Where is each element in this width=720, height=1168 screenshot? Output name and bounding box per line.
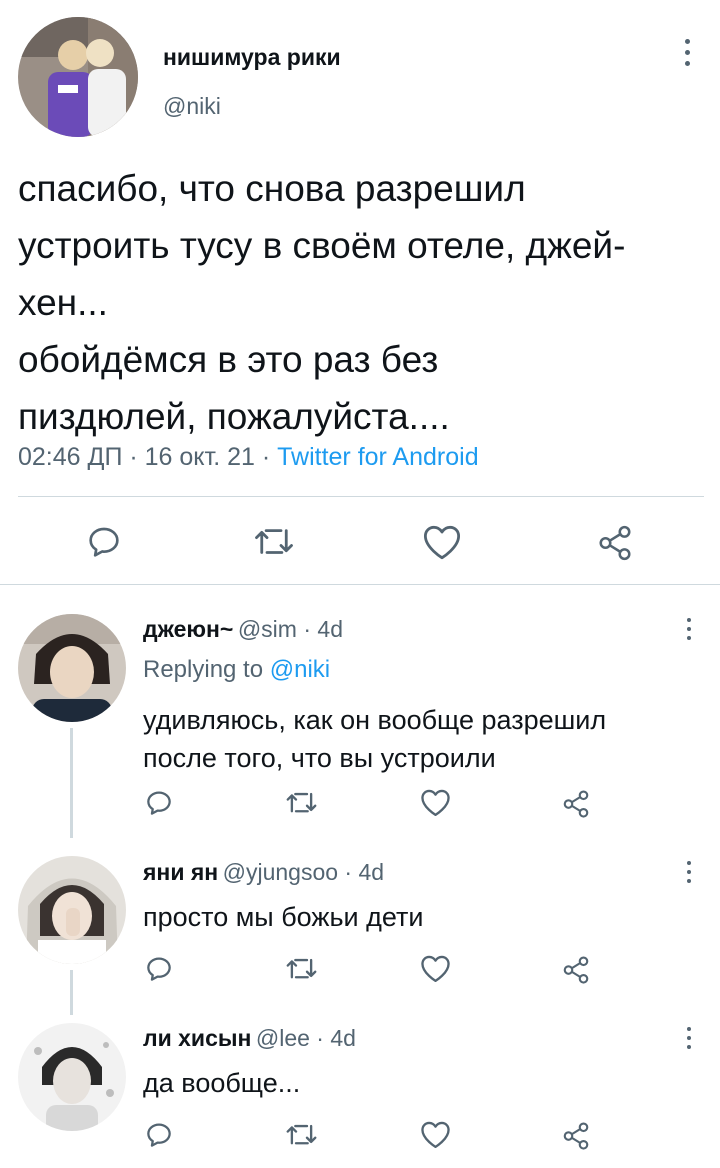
reply-avatar[interactable] xyxy=(18,1023,126,1131)
retweet-icon[interactable] xyxy=(285,789,318,817)
tweet-date: 16 окт. 21 xyxy=(144,443,255,471)
retweet-icon[interactable] xyxy=(285,1121,318,1149)
reply-text: удивляюсь, как он вообще разрешил после … xyxy=(143,705,607,773)
reply-age: 4d xyxy=(317,616,343,642)
reply-avatar[interactable] xyxy=(18,614,126,722)
reply-more-button[interactable] xyxy=(675,1023,705,1063)
reply-age: 4d xyxy=(358,859,385,885)
reply-header: ли хисын @lee · 4d xyxy=(143,1025,356,1051)
share-icon[interactable] xyxy=(561,1121,591,1151)
reply-more-button[interactable] xyxy=(675,614,705,654)
main-tweet-meta: 02:46 ДП · 16 окт. 21 · Twitter for Andr… xyxy=(18,443,479,471)
main-tweet-text: спасибо, что снова разрешил устроить тус… xyxy=(18,168,626,437)
more-vertical-icon xyxy=(687,861,691,865)
like-icon[interactable] xyxy=(419,787,452,818)
retweet-icon[interactable] xyxy=(285,955,318,983)
replying-mention[interactable]: @niki xyxy=(270,656,330,683)
reply-header: джеюн~ @sim · 4d xyxy=(143,616,343,642)
retweet-icon[interactable] xyxy=(253,524,295,560)
tweet-source[interactable]: Twitter for Android xyxy=(277,443,478,471)
reply-author-name[interactable]: ли хисын xyxy=(143,1025,251,1051)
reply-text: да вообще... xyxy=(143,1068,301,1098)
share-icon[interactable] xyxy=(561,955,591,985)
thread-line xyxy=(70,970,73,1015)
share-icon[interactable] xyxy=(561,789,591,819)
reply-icon[interactable] xyxy=(143,787,175,819)
reply-author-name[interactable]: джеюн~ xyxy=(143,616,233,642)
reply-age: 4d xyxy=(330,1025,356,1051)
reply-icon[interactable] xyxy=(84,522,124,562)
section-divider xyxy=(0,584,720,585)
reply-header: яни ян @yjungsoo · 4d xyxy=(143,859,385,885)
main-avatar[interactable] xyxy=(18,17,138,137)
main-more-button[interactable] xyxy=(673,35,703,75)
share-icon[interactable] xyxy=(596,524,634,562)
reply-author-handle[interactable]: @sim xyxy=(238,616,297,642)
reply-icon[interactable] xyxy=(143,953,175,985)
reply-text: просто мы божьи дети xyxy=(143,902,424,932)
reply-author-handle[interactable]: @lee xyxy=(256,1025,310,1051)
reply-icon[interactable] xyxy=(143,1119,175,1151)
reply-avatar[interactable] xyxy=(18,856,126,964)
tweet-time: 02:46 ДП xyxy=(18,443,123,471)
replying-to: Replying to @niki xyxy=(143,656,331,683)
like-icon[interactable] xyxy=(419,1119,452,1150)
reply-more-button[interactable] xyxy=(675,857,705,897)
more-vertical-icon xyxy=(687,618,691,622)
main-author-handle[interactable]: @niki xyxy=(163,93,221,120)
reply-author-name[interactable]: яни ян xyxy=(143,859,218,885)
more-vertical-icon xyxy=(685,39,690,44)
thread-line xyxy=(70,728,73,838)
like-icon[interactable] xyxy=(419,953,452,984)
like-icon[interactable] xyxy=(421,522,463,562)
reply-author-handle[interactable]: @yjungsoo xyxy=(223,859,338,885)
main-author-name[interactable]: нишимура рики xyxy=(163,44,341,71)
more-vertical-icon xyxy=(687,1027,691,1031)
main-divider xyxy=(18,496,704,497)
